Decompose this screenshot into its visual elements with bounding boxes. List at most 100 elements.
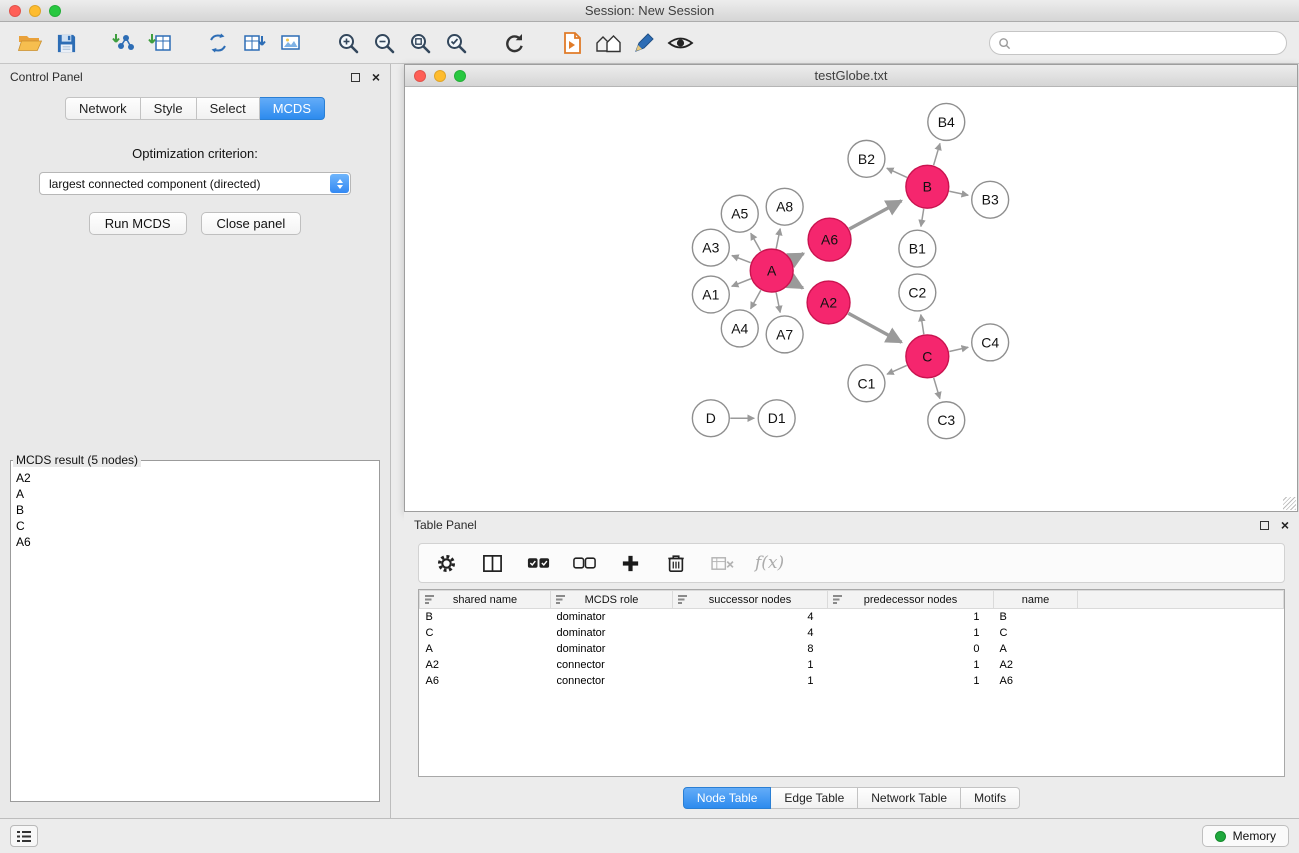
table-cell[interactable]: 4 xyxy=(673,609,828,625)
graph-edge[interactable] xyxy=(887,365,907,374)
paint-style-button[interactable] xyxy=(626,26,662,60)
graph-node-C[interactable]: C xyxy=(906,335,949,378)
show-hide-button[interactable] xyxy=(662,26,698,60)
close-panel-button[interactable]: Close panel xyxy=(201,212,302,235)
graph-node-A3[interactable]: A3 xyxy=(692,229,729,266)
network-canvas[interactable]: B4B2BB3A5A8A6A3B1AC2A1A2A4A7C4CC1DD1C3 xyxy=(405,88,1297,511)
table-settings-button[interactable] xyxy=(433,547,459,579)
tab-mcds[interactable]: MCDS xyxy=(260,97,325,120)
tab-node-table[interactable]: Node Table xyxy=(683,787,772,809)
graph-edge[interactable] xyxy=(791,254,803,260)
graph-edge[interactable] xyxy=(776,229,780,249)
save-session-button[interactable] xyxy=(48,26,84,60)
graph-node-A4[interactable]: A4 xyxy=(721,310,758,347)
resize-grip[interactable] xyxy=(1283,497,1296,510)
graph-edge[interactable] xyxy=(732,279,751,287)
table-cell[interactable]: 1 xyxy=(828,657,994,673)
graph-node-A1[interactable]: A1 xyxy=(692,276,729,313)
graph-edge[interactable] xyxy=(849,201,901,229)
graph-edge[interactable] xyxy=(776,293,780,313)
network-tools-button[interactable] xyxy=(200,26,236,60)
show-columns-button[interactable] xyxy=(479,547,505,579)
graph-edge[interactable] xyxy=(934,143,940,165)
table-cell[interactable]: 8 xyxy=(673,641,828,657)
zoom-out-button[interactable] xyxy=(366,26,402,60)
deselect-all-button[interactable] xyxy=(571,547,597,579)
table-row[interactable]: A2connector11A2 xyxy=(420,657,1284,673)
graph-node-A7[interactable]: A7 xyxy=(766,316,803,353)
mcds-result-item[interactable]: C xyxy=(16,518,374,534)
memory-button[interactable]: Memory xyxy=(1202,825,1289,847)
criterion-dropdown[interactable]: largest connected component (directed) xyxy=(39,172,351,195)
graph-edge[interactable] xyxy=(732,256,751,263)
close-panel-icon[interactable]: × xyxy=(372,72,380,82)
graph-node-C4[interactable]: C4 xyxy=(972,324,1009,361)
column-header-shared-name[interactable]: shared name xyxy=(420,591,551,609)
graph-edge[interactable] xyxy=(848,313,901,342)
export-image-button[interactable] xyxy=(272,26,308,60)
minimize-window-icon[interactable] xyxy=(29,5,41,17)
table-cell[interactable]: 1 xyxy=(673,673,828,689)
table-cell[interactable]: dominator xyxy=(551,641,673,657)
mcds-result-item[interactable]: A2 xyxy=(16,470,374,486)
table-cell[interactable]: B xyxy=(994,609,1078,625)
close-window-icon[interactable] xyxy=(9,5,21,17)
table-cell[interactable]: dominator xyxy=(551,609,673,625)
run-mcds-button[interactable]: Run MCDS xyxy=(89,212,187,235)
tab-motifs[interactable]: Motifs xyxy=(961,787,1020,809)
graph-edge[interactable] xyxy=(934,378,940,399)
graph-edge[interactable] xyxy=(751,290,761,309)
float-panel-icon[interactable] xyxy=(351,73,360,82)
function-builder-button[interactable]: f(x) xyxy=(755,547,784,579)
graph-edge[interactable] xyxy=(921,209,924,227)
graph-node-D1[interactable]: D1 xyxy=(758,400,795,437)
graph-node-A8[interactable]: A8 xyxy=(766,188,803,225)
mcds-result-item[interactable]: A6 xyxy=(16,534,374,550)
maximize-network-icon[interactable] xyxy=(454,70,466,82)
graph-node-C1[interactable]: C1 xyxy=(848,365,885,402)
table-cell[interactable]: A xyxy=(994,641,1078,657)
mcds-result-list[interactable]: A2ABCA6 xyxy=(11,467,379,801)
select-all-button[interactable] xyxy=(525,547,551,579)
table-cell[interactable]: A xyxy=(420,641,551,657)
table-row[interactable]: Adominator80A xyxy=(420,641,1284,657)
delete-table-button[interactable] xyxy=(709,547,735,579)
graph-node-D[interactable]: D xyxy=(692,400,729,437)
column-header-mcds-role[interactable]: MCDS role xyxy=(551,591,673,609)
table-cell[interactable]: 1 xyxy=(673,657,828,673)
table-cell[interactable]: connector xyxy=(551,657,673,673)
import-table-button[interactable] xyxy=(142,26,178,60)
minimize-network-icon[interactable] xyxy=(434,70,446,82)
graph-node-A2[interactable]: A2 xyxy=(807,281,850,324)
tab-network[interactable]: Network xyxy=(65,97,141,120)
table-cell[interactable]: 1 xyxy=(828,625,994,641)
mcds-result-item[interactable]: A xyxy=(16,486,374,502)
table-cell[interactable]: A2 xyxy=(420,657,551,673)
close-table-panel-icon[interactable]: × xyxy=(1281,520,1289,530)
add-column-button[interactable] xyxy=(617,547,643,579)
table-cell[interactable]: 4 xyxy=(673,625,828,641)
float-table-panel-icon[interactable] xyxy=(1260,521,1269,530)
graph-edge[interactable] xyxy=(921,315,924,335)
table-cell[interactable]: 0 xyxy=(828,641,994,657)
import-network-button[interactable] xyxy=(106,26,142,60)
zoom-selected-button[interactable] xyxy=(438,26,474,60)
graph-node-B1[interactable]: B1 xyxy=(899,230,936,267)
graph-node-B2[interactable]: B2 xyxy=(848,140,885,177)
graph-node-C2[interactable]: C2 xyxy=(899,274,936,311)
close-network-icon[interactable] xyxy=(414,70,426,82)
zoom-in-button[interactable] xyxy=(330,26,366,60)
table-cell[interactable]: dominator xyxy=(551,625,673,641)
home-button[interactable] xyxy=(590,26,626,60)
tab-edge-table[interactable]: Edge Table xyxy=(771,787,858,809)
search-input[interactable] xyxy=(1016,33,1278,53)
delete-column-button[interactable] xyxy=(663,547,689,579)
table-row[interactable]: Bdominator41B xyxy=(420,609,1284,625)
export-table-button[interactable] xyxy=(236,26,272,60)
tab-style[interactable]: Style xyxy=(141,97,197,120)
tab-select[interactable]: Select xyxy=(197,97,260,120)
search-field[interactable] xyxy=(989,31,1287,55)
graph-edge[interactable] xyxy=(887,168,907,177)
table-cell[interactable]: A2 xyxy=(994,657,1078,673)
table-cell[interactable]: connector xyxy=(551,673,673,689)
